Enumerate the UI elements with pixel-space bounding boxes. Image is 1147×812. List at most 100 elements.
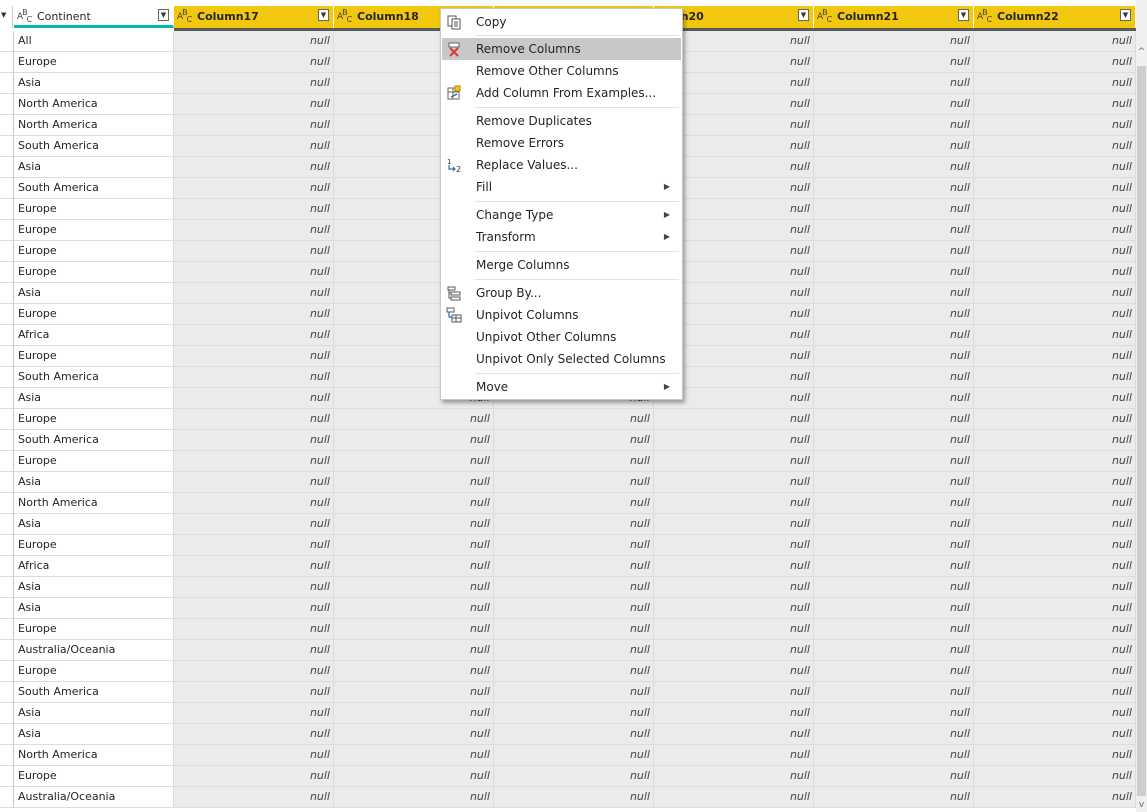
menu-item-remove-other-columns[interactable]: Remove Other Columns (442, 60, 681, 82)
null-cell[interactable]: null (654, 682, 814, 703)
null-cell[interactable]: null (974, 346, 1136, 367)
null-cell[interactable]: null (494, 472, 654, 493)
column-header-column17[interactable]: ABC Column17 ▼ (174, 6, 334, 28)
null-cell[interactable]: null (654, 472, 814, 493)
null-cell[interactable]: null (334, 556, 494, 577)
row-number-cell[interactable] (0, 31, 14, 52)
continent-cell[interactable]: Europe (14, 52, 174, 73)
row-number-cell[interactable] (0, 577, 14, 598)
null-cell[interactable]: null (814, 388, 974, 409)
null-cell[interactable]: null (814, 178, 974, 199)
null-cell[interactable]: null (974, 94, 1136, 115)
continent-cell[interactable]: Europe (14, 199, 174, 220)
continent-cell[interactable]: Europe (14, 346, 174, 367)
null-cell[interactable]: null (334, 745, 494, 766)
continent-cell[interactable]: Asia (14, 73, 174, 94)
null-cell[interactable]: null (974, 367, 1136, 388)
row-number-cell[interactable] (0, 745, 14, 766)
null-cell[interactable]: null (814, 220, 974, 241)
null-cell[interactable]: null (494, 514, 654, 535)
row-number-cell[interactable] (0, 241, 14, 262)
row-number-header[interactable]: ▼ (0, 6, 13, 28)
null-cell[interactable]: null (814, 577, 974, 598)
table-row[interactable]: Europenullnullnullnullnullnull (0, 619, 1136, 640)
null-cell[interactable]: null (174, 766, 334, 787)
null-cell[interactable]: null (974, 31, 1136, 52)
row-number-cell[interactable] (0, 283, 14, 304)
null-cell[interactable]: null (174, 241, 334, 262)
null-cell[interactable]: null (814, 535, 974, 556)
null-cell[interactable]: null (334, 787, 494, 808)
row-number-cell[interactable] (0, 325, 14, 346)
null-cell[interactable]: null (494, 661, 654, 682)
null-cell[interactable]: null (174, 283, 334, 304)
null-cell[interactable]: null (814, 409, 974, 430)
column-header-column22[interactable]: ABC Column22 ▼ (974, 6, 1136, 28)
null-cell[interactable]: null (174, 199, 334, 220)
null-cell[interactable]: null (654, 514, 814, 535)
null-cell[interactable]: null (974, 199, 1136, 220)
null-cell[interactable]: null (174, 556, 334, 577)
continent-cell[interactable]: Asia (14, 598, 174, 619)
row-number-cell[interactable] (0, 640, 14, 661)
null-cell[interactable]: null (174, 409, 334, 430)
null-cell[interactable]: null (974, 241, 1136, 262)
null-cell[interactable]: null (814, 787, 974, 808)
menu-item-remove-columns[interactable]: Remove Columns (442, 38, 681, 60)
menu-item-fill[interactable]: Fill ▶ (442, 176, 681, 198)
menu-item-unpivot-other-columns[interactable]: Unpivot Other Columns (442, 326, 681, 348)
table-row[interactable]: Europenullnullnullnullnullnull (0, 661, 1136, 682)
null-cell[interactable]: null (814, 346, 974, 367)
null-cell[interactable]: null (174, 724, 334, 745)
null-cell[interactable]: null (974, 556, 1136, 577)
null-cell[interactable]: null (334, 766, 494, 787)
null-cell[interactable]: null (814, 682, 974, 703)
null-cell[interactable]: null (174, 430, 334, 451)
null-cell[interactable]: null (334, 430, 494, 451)
null-cell[interactable]: null (174, 619, 334, 640)
row-number-cell[interactable] (0, 199, 14, 220)
null-cell[interactable]: null (334, 535, 494, 556)
continent-cell[interactable]: North America (14, 745, 174, 766)
filter-dropdown-button[interactable]: ▼ (318, 9, 329, 21)
null-cell[interactable]: null (814, 367, 974, 388)
table-row[interactable]: Australia/Oceania null null null null null nul… (0, 787, 1136, 808)
null-cell[interactable]: null (814, 556, 974, 577)
null-cell[interactable]: null (814, 199, 974, 220)
null-cell[interactable]: null (654, 661, 814, 682)
table-row[interactable]: Asianullnullnullnullnullnull (0, 472, 1136, 493)
null-cell[interactable]: null (174, 367, 334, 388)
null-cell[interactable]: null (814, 262, 974, 283)
null-cell[interactable]: null (494, 766, 654, 787)
row-number-cell[interactable] (0, 178, 14, 199)
menu-item-group-by[interactable]: Group By... (442, 282, 681, 304)
null-cell[interactable]: null (494, 745, 654, 766)
null-cell[interactable]: null (174, 325, 334, 346)
null-cell[interactable]: null (654, 640, 814, 661)
row-number-cell[interactable] (0, 493, 14, 514)
row-number-cell[interactable] (0, 157, 14, 178)
null-cell[interactable]: null (814, 493, 974, 514)
null-cell[interactable]: null (334, 682, 494, 703)
null-cell[interactable]: null (974, 178, 1136, 199)
null-cell[interactable]: null (494, 493, 654, 514)
null-cell[interactable]: null (814, 451, 974, 472)
row-number-cell[interactable] (0, 451, 14, 472)
null-cell[interactable]: null (174, 31, 334, 52)
table-row[interactable]: Asianullnullnullnullnullnull (0, 703, 1136, 724)
null-cell[interactable]: null (974, 703, 1136, 724)
null-cell[interactable]: null (174, 787, 334, 808)
continent-cell[interactable]: Africa (14, 325, 174, 346)
null-cell[interactable]: null (174, 115, 334, 136)
null-cell[interactable]: null (494, 535, 654, 556)
menu-item-unpivot-only-selected-columns[interactable]: Unpivot Only Selected Columns (442, 348, 681, 370)
null-cell[interactable]: null (174, 52, 334, 73)
continent-cell[interactable]: Europe (14, 661, 174, 682)
continent-cell[interactable]: Europe (14, 262, 174, 283)
null-cell[interactable]: null (814, 724, 974, 745)
row-number-cell[interactable] (0, 94, 14, 115)
null-cell[interactable]: null (174, 535, 334, 556)
null-cell[interactable]: null (174, 745, 334, 766)
table-row[interactable]: South Americanullnullnullnullnullnull (0, 682, 1136, 703)
continent-cell[interactable]: All (14, 31, 174, 52)
